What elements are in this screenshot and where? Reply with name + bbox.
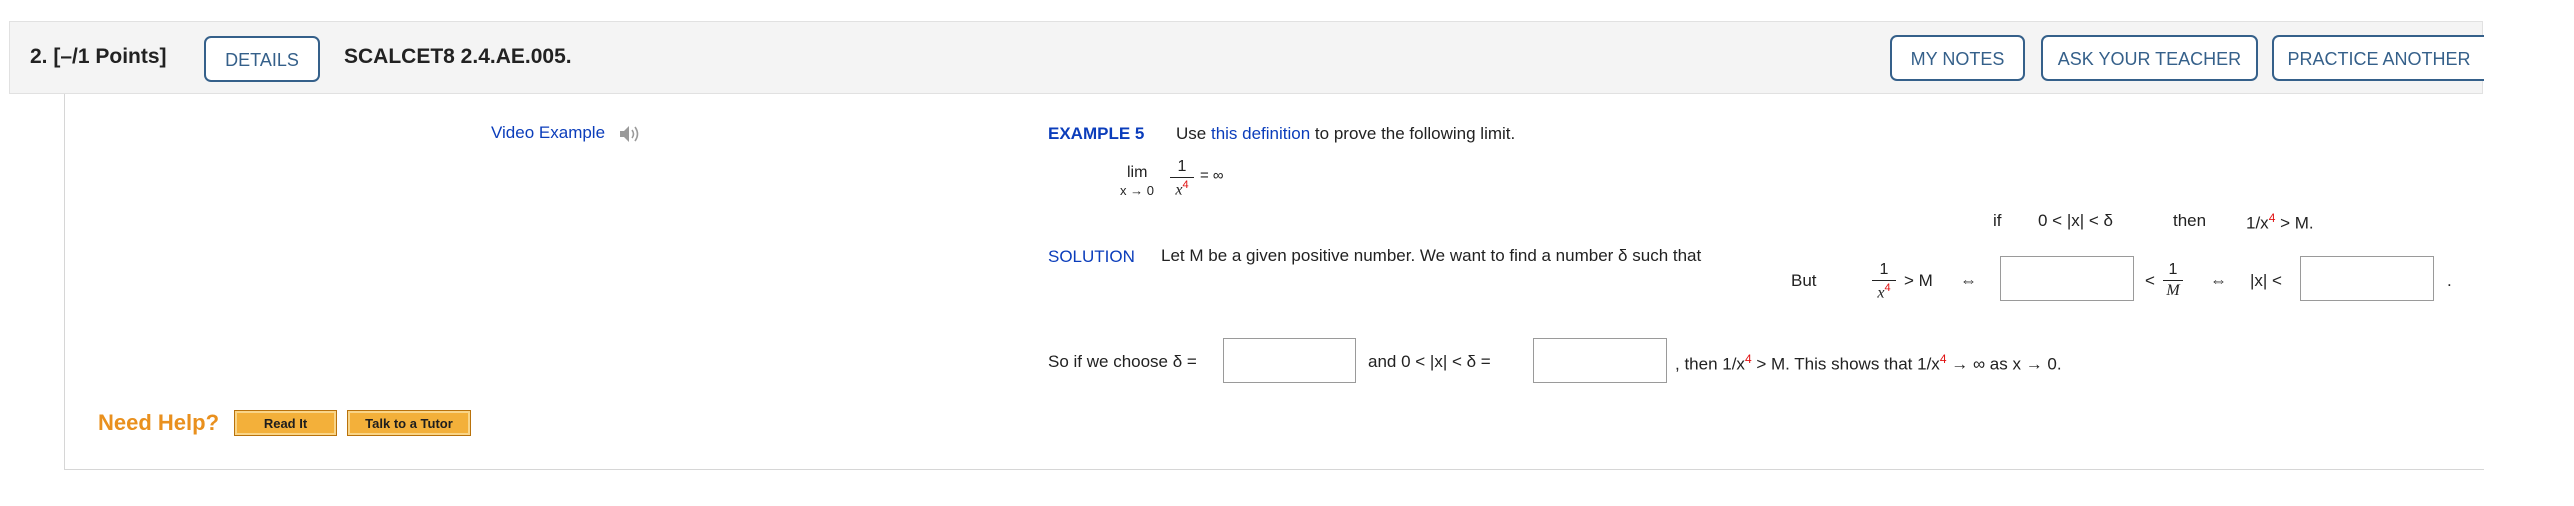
definition-link[interactable]: this definition xyxy=(1211,124,1310,143)
details-button[interactable]: DETAILS xyxy=(204,36,320,82)
iff-symbol-1: ⇔ xyxy=(1960,271,1977,290)
condition-result-post: > M. xyxy=(2275,213,2314,233)
ask-teacher-button[interactable]: ASK YOUR TEACHER xyxy=(2041,35,2258,81)
solution-text: Let M be a given positive number. We wan… xyxy=(1161,246,1702,265)
condition-result-base: 1/x xyxy=(2246,213,2269,233)
speaker-icon[interactable] xyxy=(618,124,642,144)
less-than-sign: < xyxy=(2145,271,2155,290)
and-range-text: and 0 < |x| < δ = xyxy=(1368,352,1491,371)
but-word: But xyxy=(1791,271,1817,290)
lim-subscript: x → 0 xyxy=(1120,183,1154,198)
choose-delta-text: So if we choose δ = xyxy=(1048,352,1197,371)
talk-to-tutor-button[interactable]: Talk to a Tutor xyxy=(347,410,471,436)
conclusion-then: , then 1/x xyxy=(1675,354,1745,374)
conclusion-text: , then 1/x4 > M. This shows that 1/x4 → … xyxy=(1675,352,2062,375)
limit-fraction-numerator: 1 xyxy=(1177,158,1187,175)
example-title: EXAMPLE 5 xyxy=(1048,124,1145,143)
one-over-m-fraction: 1 M xyxy=(2163,261,2183,300)
practice-another-button[interactable]: PRACTICE ANOTHER xyxy=(2272,35,2484,81)
question-number: 2. [–/1 Points] xyxy=(30,45,167,68)
condition-range: 0 < |x| < δ xyxy=(2038,211,2113,230)
limit-equals-infinity: = ∞ xyxy=(1200,167,1224,184)
iff-symbol-2: ⇔ xyxy=(2210,271,2227,290)
lim-word: lim xyxy=(1127,164,1148,181)
conclusion-then-exponent: 4 xyxy=(1744,352,1752,366)
ineq-fraction: 1 x4 xyxy=(1872,261,1896,302)
condition-result: 1/x4 > M. xyxy=(2246,211,2314,234)
conclusion-shows-exponent: 4 xyxy=(1939,352,1947,366)
answer-input-3[interactable] xyxy=(1223,338,1356,383)
read-it-button[interactable]: Read It xyxy=(234,410,337,436)
conclusion-shows: > M. This shows that 1/x xyxy=(1751,354,1940,374)
answer-input-4[interactable] xyxy=(1533,338,1667,383)
ineq-greater-m: > M xyxy=(1904,271,1933,290)
one-over-m-numerator: 1 xyxy=(2168,261,2178,278)
question-header: 2. [–/1 Points] DETAILS SCALCET8 2.4.AE.… xyxy=(9,21,2484,94)
limit-fraction: 1 x4 xyxy=(1170,158,1194,199)
need-help-label: Need Help? xyxy=(98,410,220,435)
video-example-label: Video Example xyxy=(491,123,606,142)
example-intro: Use this definition to prove the followi… xyxy=(1176,124,1515,144)
answer-input-2[interactable] xyxy=(2300,256,2434,301)
abs-x-less-than: |x| < xyxy=(2250,271,2282,290)
limit-fraction-exponent: 4 xyxy=(1182,179,1189,191)
then-word: then xyxy=(2173,211,2207,230)
ineq-fraction-numerator: 1 xyxy=(1879,261,1889,278)
if-word: if xyxy=(1993,211,2002,230)
ineq-fraction-exponent: 4 xyxy=(1884,282,1891,294)
solution-label: SOLUTION xyxy=(1048,247,1135,266)
answer-input-1[interactable] xyxy=(2000,256,2134,301)
question-id: SCALCET8 2.4.AE.005. xyxy=(344,45,572,68)
one-over-m-denominator: M xyxy=(2166,282,2180,299)
example-text-before: Use xyxy=(1176,124,1211,143)
video-example-link[interactable]: Video Example xyxy=(491,123,605,143)
example-text-after: to prove the following limit. xyxy=(1310,124,1516,143)
my-notes-button[interactable]: MY NOTES xyxy=(1890,35,2025,81)
sentence-period: . xyxy=(2447,271,2452,290)
conclusion-limit: → ∞ as x → 0. xyxy=(1946,354,2062,374)
